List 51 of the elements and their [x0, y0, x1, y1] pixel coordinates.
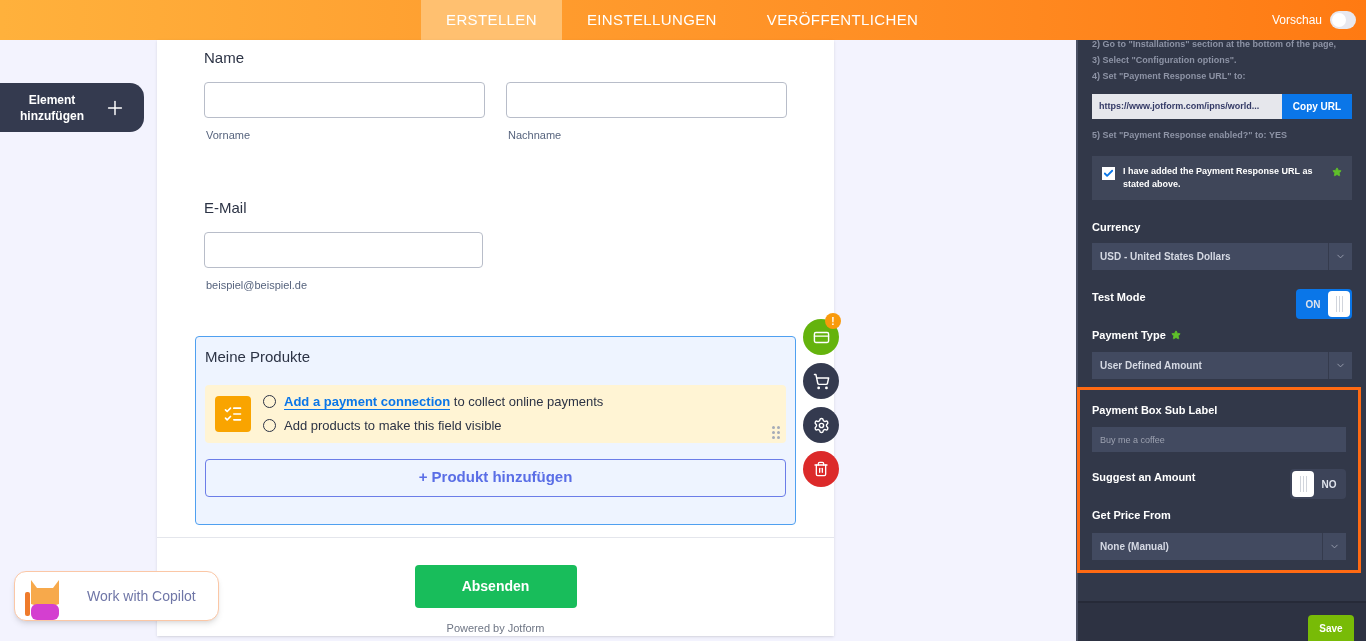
- instruction-text: 3) Select "Configuration options".: [1092, 54, 1238, 67]
- sublabel: Vorname: [206, 127, 252, 143]
- sublabel: beispiel@beispiel.de: [206, 277, 309, 293]
- instruction-text: 2) Go to "Installations" section at the bottom of the page,: [1092, 38, 1338, 51]
- copy-url-button[interactable]: Copy URL: [1282, 94, 1352, 119]
- trash-icon: [813, 461, 829, 477]
- notice-text: Add a payment connection to collect online payments: [284, 392, 604, 411]
- copilot-label: Work with Copilot: [87, 586, 196, 606]
- text-input[interactable]: [204, 81, 485, 118]
- confirm-checkbox[interactable]: [1102, 166, 1115, 180]
- field-label: Suggest an Amount: [1092, 470, 1196, 485]
- field-label: Get Price From: [1092, 508, 1172, 523]
- nav-tab[interactable]: EINSTELLUNGEN: [561, 0, 742, 40]
- text-input[interactable]: [506, 81, 787, 118]
- email-input[interactable]: [204, 231, 483, 268]
- preview-toggle[interactable]: [1330, 11, 1356, 29]
- select-dropdown[interactable]: USD - United States Dollars: [1092, 243, 1352, 270]
- notice-text: Add products to make this field visible: [284, 417, 502, 435]
- instruction-text: 4) Set "Payment Response URL" to:: [1092, 70, 1247, 83]
- url-field: https://www.jotform.com/ipns/world...: [1092, 94, 1282, 119]
- select-dropdown[interactable]: None (Manual): [1092, 532, 1346, 560]
- settings-icon: [812, 416, 830, 434]
- add-product-button[interactable]: + Produkt hinzufügen: [205, 458, 786, 497]
- preview-label: Vorschau: [1271, 12, 1322, 29]
- add-element-button[interactable]: Element hinzufügen: [0, 83, 144, 132]
- field-label: Payment Type: [1092, 328, 1166, 343]
- drag-handle-icon[interactable]: [772, 425, 780, 439]
- field-label: E-Mail: [204, 198, 248, 218]
- text-input[interactable]: Buy me a coffee: [1092, 427, 1346, 452]
- submit-button[interactable]: Absenden: [414, 564, 577, 608]
- payment-link[interactable]: Add a payment connection: [284, 393, 451, 410]
- field-label: Meine Produkte: [205, 347, 312, 367]
- confirm-label: I have added the Payment Response URL as stated above.: [1123, 164, 1314, 191]
- toggle-switch[interactable]: NO: [1290, 469, 1346, 499]
- sublabel: Nachname: [508, 127, 563, 143]
- field-label: Payment Box Sub Label: [1092, 402, 1219, 418]
- field-label: Name: [204, 48, 245, 68]
- cart-icon: [812, 372, 830, 390]
- select-dropdown[interactable]: User Defined Amount: [1092, 351, 1352, 379]
- field-label: Test Mode: [1092, 290, 1146, 305]
- instruction-text: 5) Set "Payment Response enabled?" to: YES: [1092, 129, 1288, 142]
- toggle-switch[interactable]: ON: [1296, 289, 1352, 319]
- powered-by-text: Powered by Jotform: [446, 620, 545, 636]
- field-label: Currency: [1092, 219, 1142, 235]
- copilot-button[interactable]: Work with Copilot: [14, 571, 219, 621]
- warning-badge: !: [825, 313, 841, 329]
- required-star-icon: [1170, 330, 1181, 341]
- required-star-icon: [1332, 166, 1342, 177]
- checklist-icon: [215, 395, 251, 432]
- save-button[interactable]: Save: [1308, 615, 1354, 641]
- nav-tab[interactable]: VERÖFFENTLICHEN: [741, 0, 944, 40]
